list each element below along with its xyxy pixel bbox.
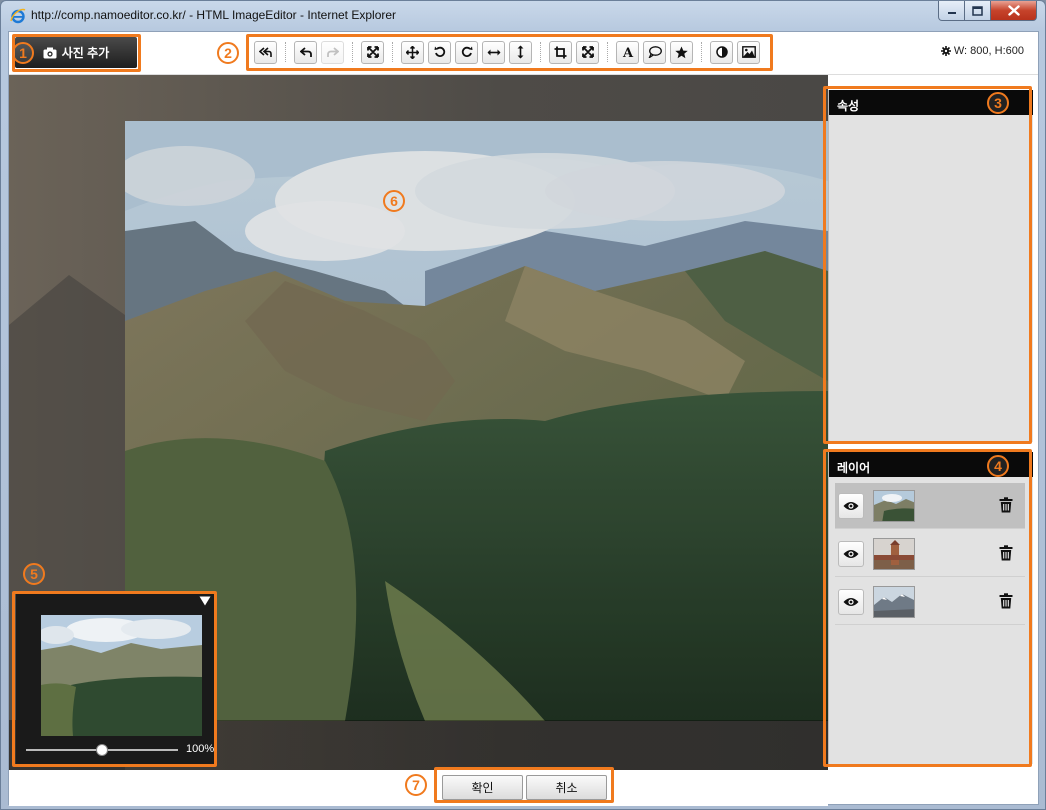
- layer-visibility-toggle[interactable]: [838, 588, 864, 615]
- annotation-number-5: 5: [23, 563, 45, 585]
- sticker-button[interactable]: [670, 40, 693, 64]
- toolbar-separator: [701, 42, 702, 62]
- navigator-preview[interactable]: [41, 615, 202, 736]
- canvas-size-text: W: 800, H:600: [953, 45, 1024, 57]
- star-icon: [675, 46, 688, 58]
- annotation-number-4: 4: [987, 455, 1009, 477]
- layer-item[interactable]: [835, 483, 1025, 529]
- toolbar-separator: [392, 42, 393, 62]
- browser-window: http://comp.namoeditor.co.kr/ - HTML Ima…: [0, 0, 1046, 810]
- close-button[interactable]: [990, 1, 1037, 21]
- annotation-number-2: 2: [217, 42, 239, 64]
- properties-panel: 속성: [828, 90, 1033, 442]
- trash-icon[interactable]: [999, 545, 1013, 561]
- title-bar: http://comp.namoeditor.co.kr/ - HTML Ima…: [1, 1, 1045, 31]
- layer-item[interactable]: [835, 531, 1025, 577]
- navigator-header: [16, 594, 216, 608]
- redo-icon: [326, 46, 339, 57]
- cancel-button[interactable]: 취소: [526, 775, 607, 800]
- layer-thumbnail: [873, 489, 915, 522]
- undo-all-icon: [259, 46, 272, 57]
- annotation-number-1: 1: [12, 42, 34, 64]
- eye-icon: [843, 549, 859, 558]
- maximize-button[interactable]: [964, 1, 991, 21]
- undo-button[interactable]: [294, 40, 317, 64]
- undo-all-button[interactable]: [254, 40, 277, 64]
- fit-screen-button[interactable]: [361, 40, 384, 64]
- annotation-number-7: 7: [405, 774, 427, 796]
- rotate-left-icon: [434, 46, 445, 57]
- annotation-number-6: 6: [383, 190, 405, 212]
- add-photo-label: 사진 추가: [61, 46, 110, 60]
- resize-arrows-icon: [581, 46, 594, 58]
- flip-horizontal-button[interactable]: [482, 40, 505, 64]
- vertical-arrows-icon: [517, 45, 524, 59]
- layer-item[interactable]: [835, 579, 1025, 625]
- layer-visibility-toggle[interactable]: [838, 540, 864, 567]
- resize-button[interactable]: [576, 40, 599, 64]
- rotate-right-icon: [461, 46, 472, 57]
- zoom-slider[interactable]: [26, 744, 178, 756]
- gear-icon: [940, 46, 951, 56]
- window-title: http://comp.namoeditor.co.kr/ - HTML Ima…: [31, 8, 397, 22]
- layers-panel: 레이어: [828, 452, 1033, 764]
- move-button[interactable]: [401, 40, 424, 64]
- trash-icon[interactable]: [999, 497, 1013, 513]
- flip-vertical-button[interactable]: [509, 40, 532, 64]
- editor-client-area: 사진 추가 A W: 800, H:600 속성 레이어 100% 확인 취소 …: [8, 31, 1039, 806]
- contrast-button[interactable]: [710, 40, 733, 64]
- trash-icon[interactable]: [999, 593, 1013, 609]
- text-button[interactable]: A: [616, 40, 639, 64]
- camera-icon: [43, 47, 57, 58]
- confirm-button[interactable]: 확인: [442, 775, 523, 800]
- edit-toolbar: A: [252, 38, 762, 66]
- layer-visibility-toggle[interactable]: [838, 492, 864, 519]
- zoom-slider-handle[interactable]: [96, 744, 108, 756]
- zoom-level-label: 100%: [186, 743, 215, 755]
- layer-thumbnail: [873, 585, 915, 618]
- speech-bubble-button[interactable]: [643, 40, 666, 64]
- image-icon: [741, 46, 756, 58]
- navigator-panel: 100%: [16, 594, 216, 764]
- layer-thumbnail: [873, 537, 915, 570]
- rotate-right-button[interactable]: [455, 40, 478, 64]
- canvas-size-info: W: 800, H:600: [940, 45, 1024, 57]
- internet-explorer-icon: [10, 8, 26, 24]
- toolbar-separator: [540, 42, 541, 62]
- annotation-number-3: 3: [987, 92, 1009, 114]
- eye-icon: [843, 501, 859, 510]
- collapse-triangle-icon[interactable]: [199, 596, 211, 606]
- speech-bubble-icon: [648, 46, 662, 58]
- eye-icon: [843, 597, 859, 606]
- svg-text:A: A: [622, 46, 634, 58]
- toolbar: 사진 추가 A W: 800, H:600: [9, 32, 1038, 75]
- redo-button[interactable]: [321, 40, 344, 64]
- contrast-icon: [715, 46, 728, 58]
- rotate-left-button[interactable]: [428, 40, 451, 64]
- move-icon: [406, 45, 419, 59]
- image-filter-button[interactable]: [737, 40, 760, 64]
- undo-icon: [299, 46, 312, 57]
- expand-arrows-icon: [366, 46, 379, 58]
- toolbar-separator: [607, 42, 608, 62]
- horizontal-arrows-icon: [487, 49, 500, 55]
- minimize-button[interactable]: [938, 1, 965, 21]
- navigator-preview-image: [41, 615, 202, 736]
- toolbar-separator: [285, 42, 286, 62]
- crop-button[interactable]: [549, 40, 572, 64]
- toolbar-separator: [352, 42, 353, 62]
- text-icon: A: [622, 46, 634, 58]
- crop-icon: [554, 46, 567, 58]
